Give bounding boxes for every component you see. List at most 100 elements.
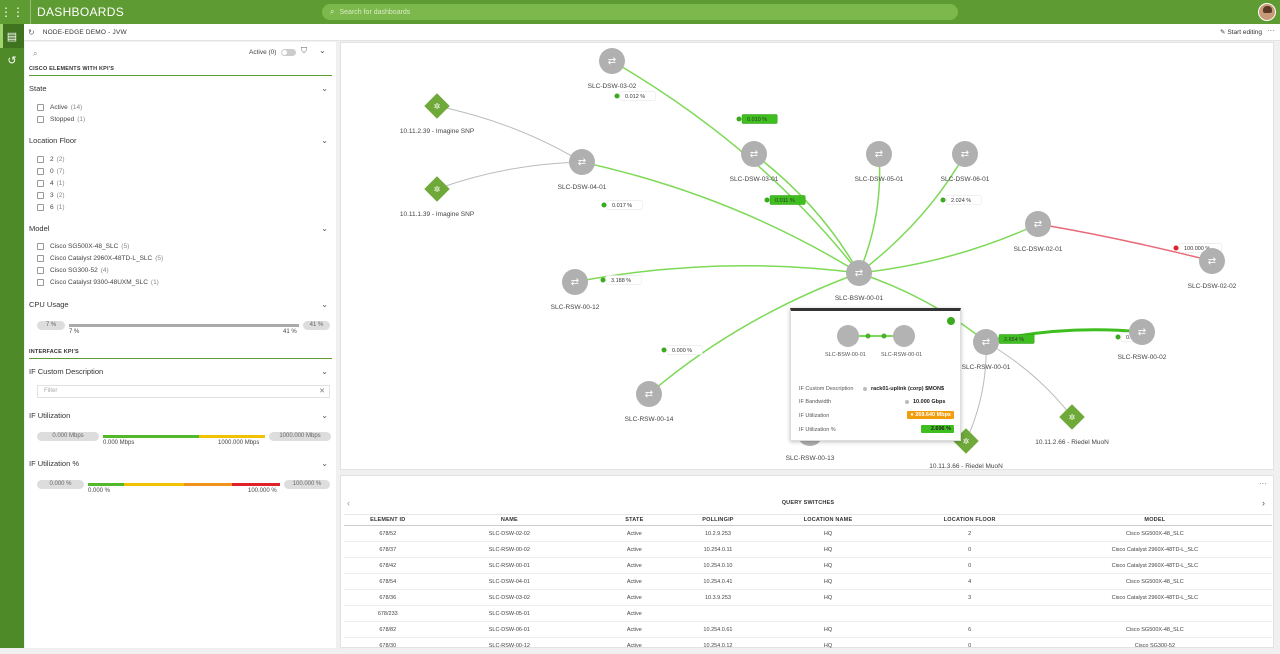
chevron-down-icon[interactable]: ⌄ [321,136,328,145]
checkbox-floor-4[interactable]: 4 (1) [37,178,65,188]
refresh-icon[interactable]: ↻ [28,28,35,37]
switch-node[interactable]: ⇄ SLC-DSW-02-02 [1188,248,1237,290]
app-grid-icon[interactable]: ⋮⋮ [0,0,24,24]
column-header[interactable]: POLLINGIP [681,514,755,526]
dashboards-icon[interactable]: ▤ [0,24,24,48]
chevron-down-icon[interactable]: ⌄ [321,300,328,309]
checkbox-floor-0[interactable]: 0 (7) [37,166,65,176]
graph-edge[interactable] [581,161,860,274]
column-header[interactable]: ELEMENT ID [344,514,432,526]
group-state[interactable]: State ⌄ [29,84,332,96]
graph-edge[interactable] [753,153,860,274]
cpu-min-pill[interactable]: 7 % [37,321,65,330]
edge-label[interactable]: 0.010 % [736,114,778,124]
ifutil-min-pill[interactable]: 0.000 Mbps [37,432,99,441]
graph-edge[interactable] [858,153,966,274]
graph-edge-alert[interactable] [1037,223,1213,262]
graph-edge[interactable] [985,341,1073,418]
ifutilpct-max-pill[interactable]: 100.000 % [284,480,330,489]
checkbox-box[interactable] [37,191,44,199]
graph-edge[interactable] [858,223,1039,274]
table-row[interactable]: 678/30 SLC-RSW-00-12 Active 10.254.0.12 HQ 0 C… [344,637,1272,654]
group-location-floor[interactable]: Location Floor ⌄ [29,136,332,148]
checkbox-box[interactable] [37,155,44,163]
column-header[interactable]: NAME [431,514,588,526]
edge-label[interactable]: 2.024 % [940,195,982,205]
switch-node[interactable]: ⇄ SLC-BSW-00-01 [835,260,884,302]
edge-label[interactable]: 0.000 % [661,345,703,355]
cpu-max-pill[interactable]: 41 % [303,321,330,330]
chevron-down-icon[interactable]: ⌄ [319,46,326,55]
switch-node[interactable]: ⇄ SLC-RSW-00-14 [625,381,674,423]
ifutil-max-pill[interactable]: 1000.000 Mbps [269,432,331,441]
more-icon[interactable]: ··· [1259,479,1267,488]
ifutilpct-range-yellow[interactable] [124,483,184,486]
chevron-down-icon[interactable]: ⌄ [321,411,328,420]
switch-node[interactable]: ⇄ SLC-DSW-05-01 [855,141,904,183]
column-header[interactable]: LOCATION NAME [754,514,902,526]
switch-node[interactable]: ⇄ SLC-DSW-04-01 [558,149,607,191]
graph-edge[interactable] [965,341,987,442]
cpu-range-slider[interactable] [69,324,299,327]
chevron-down-icon[interactable]: ⌄ [321,224,328,233]
edge-label[interactable]: 0.011 % [764,195,806,205]
checkbox-floor-2[interactable]: 2 (2) [37,154,65,164]
checkbox-model-9300[interactable]: Cisco Catalyst 9300-48UXM_SLC (1) [37,277,159,287]
switch-node[interactable]: ⇄ SLC-DSW-06-01 [941,141,990,183]
chevron-down-icon[interactable]: ⌄ [321,367,328,376]
column-header[interactable]: LOCATION FLOOR [901,514,1038,526]
checkbox-box[interactable] [37,254,44,262]
ifutil-range-yellow[interactable] [199,435,265,438]
device-node[interactable]: ✲ 10.11.2.39 - Imagine SNP [400,93,474,135]
group-model[interactable]: Model ⌄ [29,224,332,236]
checkbox-box[interactable] [37,115,44,123]
start-editing-button[interactable]: ✎ Start editing [1220,28,1262,36]
checkbox-model-2960x[interactable]: Cisco Catalyst 2960X-48TD-L_SLC (5) [37,253,163,263]
chevron-down-icon[interactable]: ⌄ [321,459,328,468]
checkbox-model-sg500x[interactable]: Cisco SG500X-48_SLC (5) [37,241,129,251]
edge-label[interactable]: 2.654 % [993,334,1035,344]
close-icon[interactable]: ✕ [319,386,325,397]
table-row[interactable]: 678/233 SLC-DSW-05-01 Active [344,605,1272,622]
device-node[interactable]: ✲ 10.11.1.39 - Imagine SNP [400,176,474,218]
history-icon[interactable]: ↺ [0,48,24,72]
table-row[interactable]: 678/54 SLC-DSW-04-01 Active 10.254.0.41 HQ 4 C… [344,573,1272,590]
checkbox-box[interactable] [37,179,44,187]
graph-edge[interactable] [858,153,881,274]
group-if-utilization[interactable]: IF Utilization ⌄ [29,411,332,423]
ifutilpct-range-red[interactable] [232,483,280,486]
group-if-custom-description[interactable]: IF Custom Description ⌄ [29,367,332,379]
search-input[interactable]: ⌕ Search for dashboards [322,4,958,20]
checkbox-box[interactable] [37,167,44,175]
edge-label[interactable]: 3.188 % [600,275,642,285]
device-node[interactable]: ✲ 10.11.2.66 - Riedel MuoN [1035,404,1109,446]
checkbox-floor-6[interactable]: 6 (1) [37,202,65,212]
ifutilpct-range-orange[interactable] [184,483,232,486]
active-toggle[interactable] [281,49,296,56]
group-if-utilization-pct[interactable]: IF Utilization % ⌄ [29,459,332,471]
checkbox-box[interactable] [37,203,44,211]
edge-label[interactable]: 0.012 % [614,91,656,101]
checkbox-box[interactable] [37,103,44,111]
chevron-down-icon[interactable]: ⌄ [321,84,328,93]
filter-icon[interactable]: ⛉ [301,46,307,56]
table-row[interactable]: 678/82 SLC-DSW-06-01 Active 10.254.0.61 HQ 6 C… [344,621,1272,638]
checkbox-box[interactable] [37,278,44,286]
avatar[interactable] [1258,3,1276,21]
column-header[interactable]: STATE [587,514,682,526]
column-header[interactable]: MODEL [1037,514,1272,526]
checkbox-box[interactable] [37,266,44,274]
ifutilpct-range-green[interactable] [88,483,124,486]
if-description-filter-input[interactable]: Filter ✕ [37,385,330,398]
edge-label[interactable]: 0.017 % [601,200,643,210]
app-title[interactable]: DASHBOARDS [30,0,124,24]
switch-node[interactable]: ⇄ SLC-RSW-00-12 [551,269,600,311]
more-icon[interactable]: ··· [1267,26,1275,35]
checkbox-state-stopped[interactable]: Stopped (1) [37,114,85,124]
table-row[interactable]: 678/52 SLC-DSW-02-02 Active 10.2.9.253 HQ 2 Ci… [344,525,1272,542]
checkbox-model-sg300[interactable]: Cisco SG300-52 (4) [37,265,109,275]
ifutilpct-min-pill[interactable]: 0.000 % [37,480,84,489]
ifutil-range-green[interactable] [103,435,199,438]
node-edge-graph[interactable]: 0.012 % 0.010 % 0.017 % 0.011 % 2.024 % 100.0… [340,42,1274,470]
checkbox-floor-3[interactable]: 3 (2) [37,190,65,200]
